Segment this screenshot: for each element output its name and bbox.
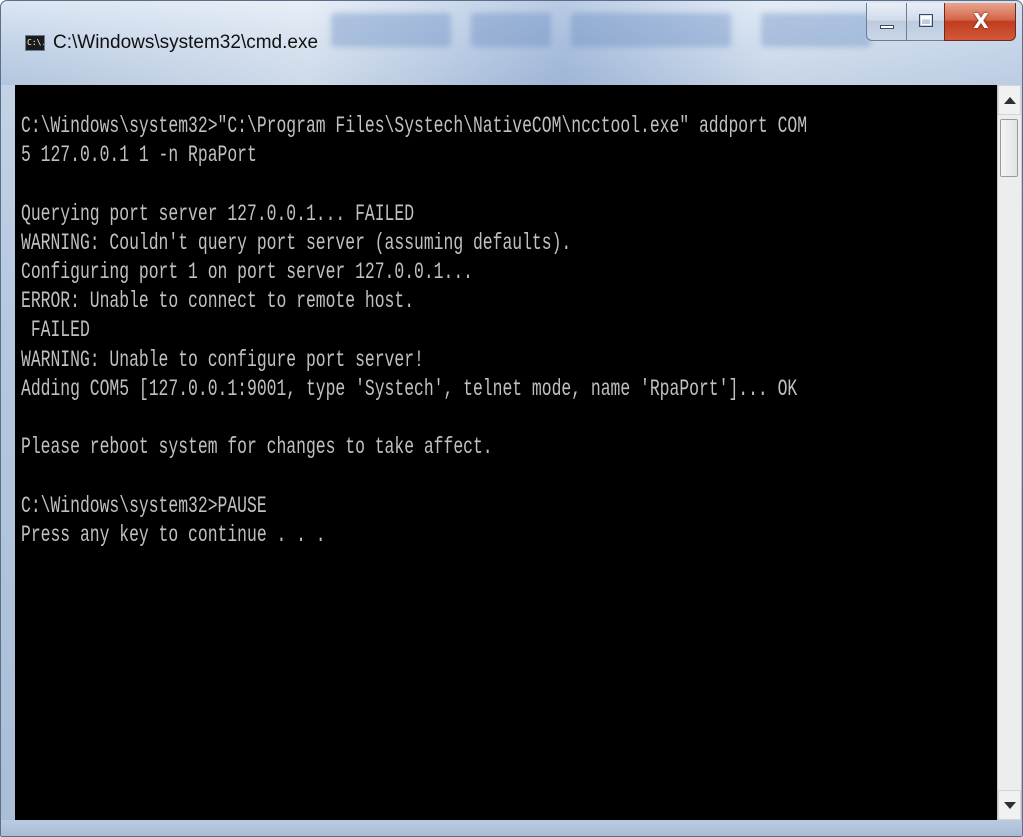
console-line: C:\Windows\system32>PAUSE bbox=[21, 493, 267, 520]
console-line: C:\Windows\system32>"C:\Program Files\Sy… bbox=[21, 114, 808, 140]
close-icon: X bbox=[973, 9, 989, 33]
console-line: WARNING: Unable to configure port server… bbox=[21, 347, 424, 374]
console-line: Please reboot system for changes to take… bbox=[21, 435, 493, 462]
window-bottom-frame bbox=[1, 820, 1022, 836]
minimize-icon bbox=[880, 25, 894, 29]
scroll-thumb[interactable] bbox=[1000, 119, 1018, 177]
minimize-button[interactable] bbox=[866, 3, 906, 41]
aero-glass-reflection bbox=[761, 13, 871, 47]
console-text: C:\Windows\system32>"C:\Program Files\Sy… bbox=[21, 113, 807, 551]
console-line: ERROR: Unable to connect to remote host. bbox=[21, 289, 415, 316]
console-line: Press any key to continue . . . bbox=[21, 522, 326, 549]
console-line: Configuring port 1 on port server 127.0.… bbox=[21, 260, 473, 287]
console-line: WARNING: Couldn't query port server (ass… bbox=[21, 230, 572, 257]
aero-glass-reflection bbox=[471, 13, 551, 47]
aero-glass-reflection bbox=[331, 13, 451, 47]
vertical-scrollbar[interactable] bbox=[997, 85, 1021, 820]
console-line: Adding COM5 [127.0.0.1:9001, type 'Syste… bbox=[21, 376, 798, 403]
scroll-down-button[interactable] bbox=[998, 790, 1021, 820]
window-title: C:\Windows\system32\cmd.exe bbox=[53, 32, 319, 53]
title-bar[interactable]: C:\. C:\Windows\system32\cmd.exe X bbox=[1, 1, 1022, 85]
console-line: 5 127.0.0.1 1 -n RpaPort bbox=[21, 143, 257, 170]
scroll-up-arrow-icon bbox=[1003, 96, 1016, 104]
close-button[interactable]: X bbox=[944, 3, 1016, 41]
console-line: Querying port server 127.0.0.1... FAILED bbox=[21, 201, 415, 228]
cmd-window: C:\. C:\Windows\system32\cmd.exe X C:\Wi… bbox=[0, 0, 1023, 837]
caption-buttons: X bbox=[866, 3, 1016, 41]
scroll-up-button[interactable] bbox=[998, 85, 1021, 115]
scroll-down-arrow-icon bbox=[1003, 801, 1016, 809]
console-output[interactable]: C:\Windows\system32>"C:\Program Files\Sy… bbox=[15, 85, 997, 820]
maximize-icon bbox=[919, 14, 933, 27]
cmd-prompt-icon[interactable]: C:\. bbox=[25, 35, 45, 51]
aero-glass-reflection bbox=[571, 13, 731, 47]
maximize-button[interactable] bbox=[906, 3, 944, 41]
console-line: FAILED bbox=[21, 318, 90, 345]
